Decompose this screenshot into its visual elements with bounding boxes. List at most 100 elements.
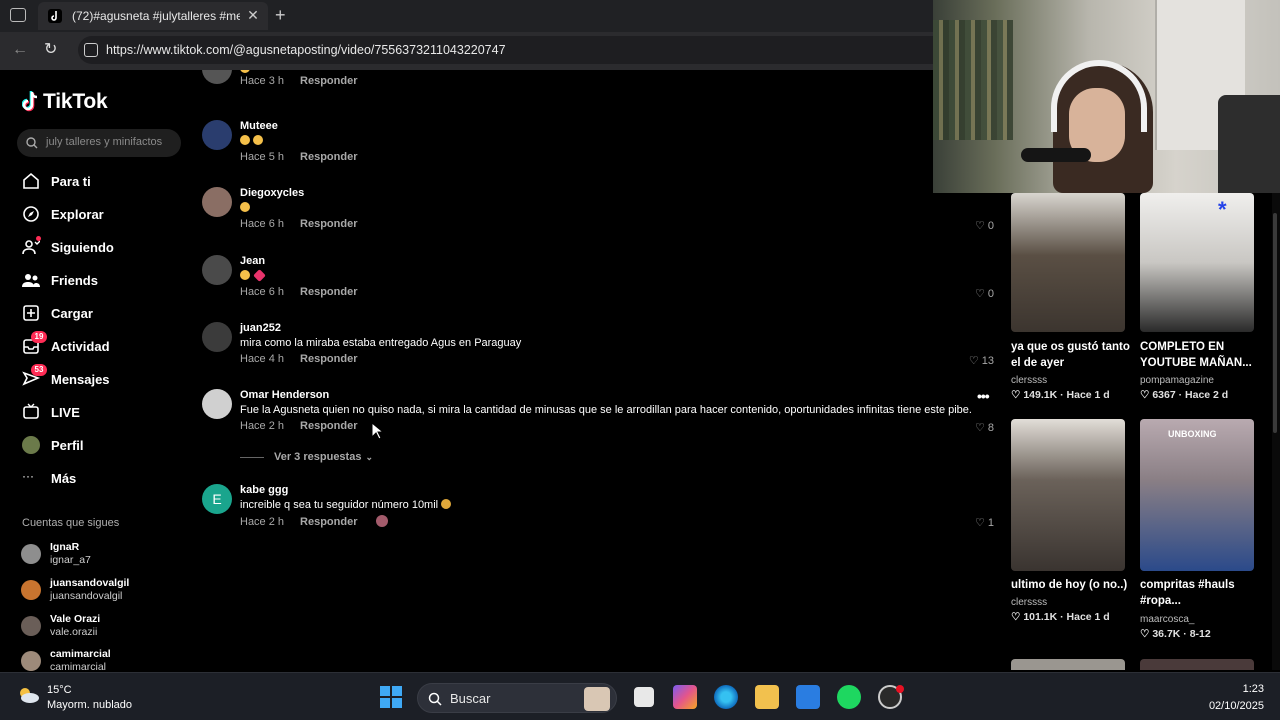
reload-icon[interactable]: ↻: [44, 42, 57, 58]
avatar[interactable]: [202, 187, 232, 217]
copilot-icon[interactable]: [673, 685, 697, 709]
video-caption: COMPLETO EN YOUTUBE MAÑAN...: [1140, 341, 1252, 369]
tab-close-icon[interactable]: ✕: [246, 8, 260, 22]
search-highlight-image: [584, 687, 610, 711]
inbox-icon: 19: [22, 331, 47, 355]
video-thumbnail-partial[interactable]: [1011, 659, 1125, 670]
nav-label: Friends: [51, 272, 98, 288]
video-thumbnail-partial[interactable]: [1140, 659, 1254, 670]
avatar[interactable]: [202, 322, 232, 352]
weather-condition[interactable]: Mayorm. nublado: [47, 699, 132, 711]
video-caption: compritas #hauls #ropa...: [1140, 579, 1235, 607]
like-button[interactable]: ♡ 13: [969, 354, 994, 368]
scrollbar-thumb[interactable]: [1273, 213, 1277, 433]
url-field[interactable]: https://www.tiktok.com/@agusnetaposting/…: [78, 36, 933, 64]
nav-item-actividad[interactable]: 19 Actividad: [22, 331, 110, 357]
weather-cloud-icon[interactable]: [16, 685, 40, 705]
nav-label: Siguiendo: [51, 239, 114, 255]
comment-username[interactable]: Jean: [240, 255, 265, 267]
tab-actions-icon[interactable]: [10, 8, 26, 22]
task-view-icon[interactable]: [634, 687, 654, 707]
avatar[interactable]: [202, 120, 232, 150]
followed-account[interactable]: Vale Orazi vale.orazii: [21, 613, 191, 643]
nav-item-friends[interactable]: Friends: [22, 269, 98, 291]
weather-temp[interactable]: 15°C: [47, 684, 72, 696]
reply-button[interactable]: Responder: [300, 75, 357, 87]
comment-time: Hace 2 h: [240, 420, 285, 432]
video-thumbnail[interactable]: *: [1140, 193, 1254, 332]
video-thumbnail[interactable]: [1011, 419, 1125, 571]
windows-start-icon[interactable]: [380, 686, 402, 708]
avatar: [21, 651, 41, 671]
reply-button[interactable]: Responder: [300, 353, 357, 365]
like-button[interactable]: ♡ 1: [975, 516, 994, 530]
edge-browser-icon[interactable]: [714, 685, 738, 709]
comment-meta: Hace 6 h Responder: [240, 286, 358, 298]
like-button[interactable]: ♡ 8: [975, 421, 994, 435]
followed-account[interactable]: IgnaR ignar_a7: [21, 541, 191, 571]
more-options-icon[interactable]: •••: [977, 388, 990, 404]
heart-icon: ♡: [975, 517, 985, 529]
avatar[interactable]: E: [202, 484, 232, 514]
comment-username[interactable]: juan252: [240, 322, 281, 334]
comment-time: Hace 6 h: [240, 218, 285, 230]
nav-item-perfil[interactable]: Perfil: [22, 434, 84, 456]
video-thumbnail[interactable]: UNBOXING: [1140, 419, 1254, 571]
nav-item-mas[interactable]: ··· Más: [22, 467, 76, 489]
view-replies-button[interactable]: Ver 3 respuestas ⌄: [240, 451, 373, 463]
heart-icon: ♡: [975, 288, 985, 300]
nav-item-mensajes[interactable]: 53 Mensajes: [22, 364, 110, 390]
heart-icon: ♡: [1011, 389, 1024, 401]
site-info-icon[interactable]: [84, 43, 98, 57]
tiktok-logo[interactable]: TikTok: [22, 90, 108, 114]
clock-time[interactable]: 1:23: [1214, 683, 1264, 695]
comment-username[interactable]: kabe ggg: [240, 484, 288, 496]
avatar[interactable]: [202, 389, 232, 419]
clock-date[interactable]: 02/10/2025: [1200, 700, 1264, 712]
followed-account[interactable]: juansandovalgil juansandovalgil: [21, 577, 191, 607]
browser-tab[interactable]: (72)#agusneta #julytalleres #mer ✕: [38, 2, 268, 30]
nav-item-cargar[interactable]: Cargar: [22, 302, 93, 324]
reply-button[interactable]: Responder: [300, 420, 357, 432]
comment-username[interactable]: Muteee: [240, 120, 278, 132]
heart-icon: ♡: [975, 422, 985, 434]
microsoft-store-icon[interactable]: [796, 685, 820, 709]
account-name: camimarcial: [50, 648, 111, 660]
asterisk-icon: *: [1218, 197, 1227, 222]
thumbnail-text: UNBOXING: [1168, 429, 1217, 439]
nav-item-siguiendo[interactable]: Siguiendo: [22, 236, 114, 258]
account-handle: juansandovalgil: [50, 590, 123, 602]
like-button[interactable]: ♡ 0: [975, 219, 994, 233]
comment-text-wrap: increible q sea tu seguidor número 10mil: [240, 499, 454, 511]
reply-button[interactable]: Responder: [300, 516, 357, 528]
comment-username[interactable]: Diegoxycles: [240, 187, 304, 199]
nav-item-explorar[interactable]: Explorar: [22, 203, 104, 225]
mensajes-badge: 53: [31, 364, 47, 376]
nav-item-live[interactable]: LIVE: [22, 401, 80, 423]
file-explorer-icon[interactable]: [755, 685, 779, 709]
taskbar-search[interactable]: Buscar: [417, 683, 617, 713]
nav-item-para-ti[interactable]: Para ti: [22, 170, 91, 192]
comment-meta: Hace 6 h Responder: [240, 218, 358, 230]
creator-liked-avatar: [375, 515, 388, 527]
video-thumbnail[interactable]: [1011, 193, 1125, 332]
back-icon[interactable]: ←: [12, 42, 28, 58]
spotify-icon[interactable]: [837, 685, 861, 709]
like-button[interactable]: ♡ 0: [975, 287, 994, 301]
reply-button[interactable]: Responder: [300, 218, 357, 230]
scrollbar[interactable]: [1272, 193, 1280, 670]
new-tab-icon[interactable]: +: [275, 6, 286, 24]
video-author: pompamagazine: [1140, 375, 1214, 386]
avatar[interactable]: [202, 70, 232, 84]
reply-button[interactable]: Responder: [300, 286, 357, 298]
video-author: maarcosca_: [1140, 614, 1195, 625]
comment-username[interactable]: Omar Henderson: [240, 389, 329, 401]
avatar[interactable]: [202, 255, 232, 285]
actividad-badge: 19: [31, 331, 47, 343]
nav-label: Para ti: [51, 173, 91, 189]
video-stats: ♡ 101.1K · Hace 1 d: [1011, 611, 1110, 623]
video-author: clerssss: [1011, 375, 1048, 386]
comment-meta: Hace 4 h Responder: [240, 353, 358, 365]
search-input[interactable]: july talleres y minifactos: [17, 129, 181, 157]
reply-button[interactable]: Responder: [300, 151, 357, 163]
